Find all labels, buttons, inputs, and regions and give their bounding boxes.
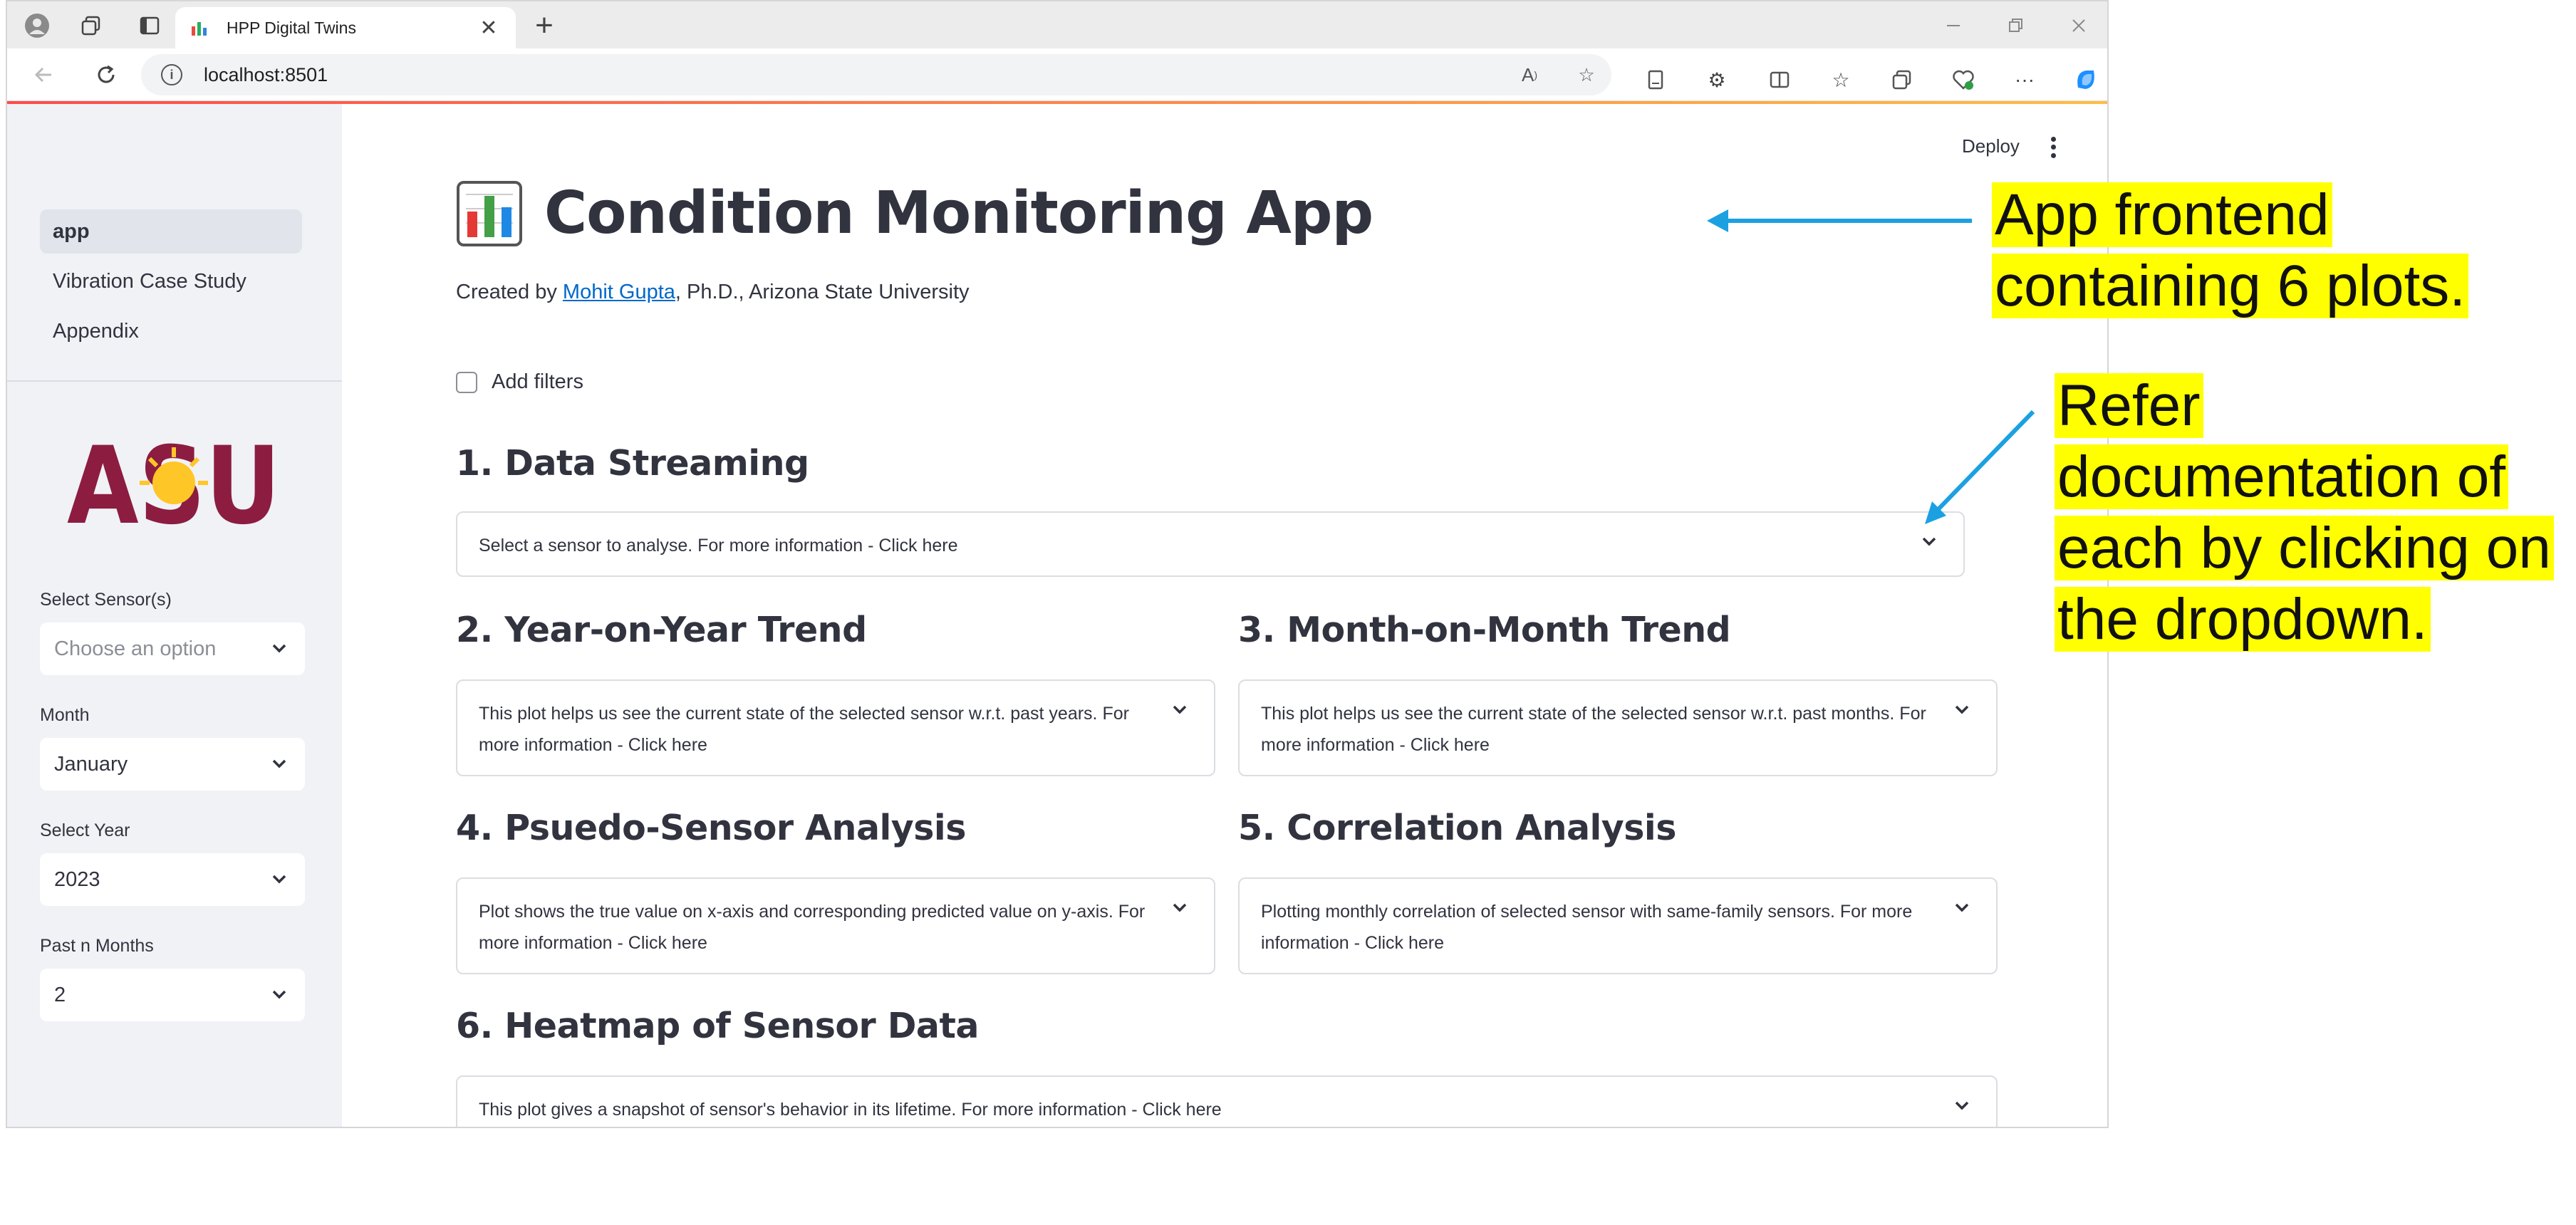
annotation-note-frontend: App frontend containing 6 plots. (1992, 179, 2562, 322)
annotation-note-dropdown: Refer documentation of each by clicking … (2055, 370, 2567, 655)
arrow-to-title (1707, 209, 1972, 232)
arrow-to-dropdown (1925, 410, 2035, 524)
